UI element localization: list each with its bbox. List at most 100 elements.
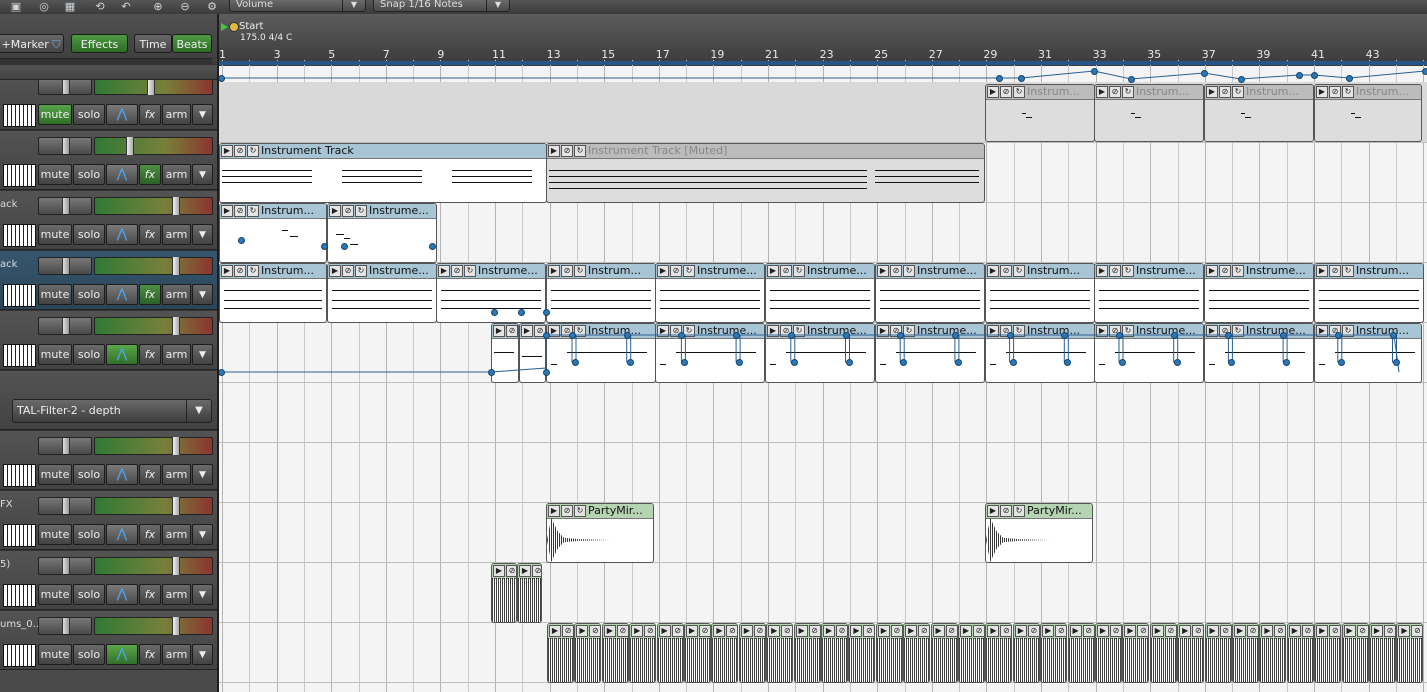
volume-knob[interactable]: [172, 497, 180, 515]
mute-clip-icon[interactable]: ⊘: [561, 505, 573, 517]
solo-button[interactable]: solo: [73, 644, 105, 665]
play-icon[interactable]: ▶: [221, 265, 233, 277]
audio-clip[interactable]: ▶⊘↻: [684, 623, 711, 683]
instrument-clip[interactable]: ▶ ⊘ ↻ Instrument Track [Muted]: [546, 143, 985, 203]
automation-point[interactable]: [626, 359, 634, 366]
instrument-clip[interactable]: ▶ ⊘ ↻ Instrum...: [1314, 263, 1424, 323]
fx-button[interactable]: fx: [139, 464, 161, 485]
piano-icon[interactable]: [3, 524, 36, 547]
mute-clip-icon[interactable]: ⊘: [1110, 625, 1121, 637]
loop-icon[interactable]: ↻: [793, 325, 805, 337]
mute-button[interactable]: mute: [38, 104, 72, 125]
instrument-clip[interactable]: ▶ ⊘ ↻ Instrum...: [1204, 84, 1314, 142]
audio-clip[interactable]: ▶⊘↻C..: [821, 623, 848, 683]
track-menu-chevron-icon[interactable]: ▼: [192, 344, 213, 365]
loop-icon[interactable]: ↻: [574, 265, 586, 277]
arm-button[interactable]: arm: [162, 464, 191, 485]
loop-icon[interactable]: ↻: [464, 265, 476, 277]
piano-icon[interactable]: [3, 464, 36, 487]
mute-clip-icon[interactable]: ⊘: [1082, 625, 1094, 637]
mute-clip-icon[interactable]: ⊘: [836, 625, 847, 637]
mute-clip-icon[interactable]: ⊘: [1247, 625, 1258, 637]
mute-clip-icon[interactable]: ⊘: [670, 265, 682, 277]
loop-icon[interactable]: ↻: [903, 265, 915, 277]
audio-clip[interactable]: ▶⊘↻: [903, 623, 931, 683]
loop-icon[interactable]: ↻: [1232, 325, 1244, 337]
loop-icon[interactable]: ↻: [1122, 325, 1134, 337]
audio-clip[interactable]: ▶⊘↻C..: [656, 623, 684, 683]
pan-knob[interactable]: [62, 138, 70, 154]
automation-point[interactable]: [954, 359, 962, 366]
volume-slider[interactable]: [94, 197, 213, 215]
arm-button[interactable]: arm: [162, 224, 191, 245]
mute-clip-icon[interactable]: ⊘: [1000, 505, 1012, 517]
timeline-ruler[interactable]: Start 175.0 4/4 C 1 3 5 7 9 11 13 15 17 19 21 23 25 2…: [219, 14, 1427, 67]
audio-clip[interactable]: ▶⊘↻: [1122, 623, 1150, 683]
volume-knob[interactable]: [172, 257, 180, 275]
loop-icon[interactable]: ↻: [1232, 86, 1244, 98]
audio-clip[interactable]: ▶⊘↻: [574, 623, 602, 683]
fx-button[interactable]: fx: [139, 284, 161, 305]
piano-icon[interactable]: [3, 344, 36, 367]
pan-knob[interactable]: [62, 258, 70, 274]
zoom-in-icon[interactable]: ⊕: [148, 0, 168, 13]
audio-clip[interactable]: ▶⊘↻: [793, 623, 821, 683]
automation-point[interactable]: [1337, 359, 1345, 366]
arm-button[interactable]: arm: [162, 524, 191, 545]
play-icon[interactable]: ▶: [987, 86, 999, 98]
automation-point[interactable]: [1091, 68, 1098, 75]
play-icon[interactable]: ▶: [1261, 625, 1274, 637]
mute-clip-icon[interactable]: ⊘: [973, 625, 984, 637]
volume-knob[interactable]: [172, 317, 180, 335]
play-icon[interactable]: ▶: [740, 625, 753, 637]
piano-icon[interactable]: [3, 584, 36, 607]
volume-knob[interactable]: [126, 137, 134, 155]
automation-point[interactable]: [1170, 332, 1178, 339]
volume-knob[interactable]: [172, 437, 180, 455]
play-icon[interactable]: ▶: [438, 265, 450, 277]
automation-point[interactable]: [219, 75, 225, 82]
play-icon[interactable]: ▶: [519, 565, 531, 577]
instrument-clip[interactable]: ▶ ⊘ ↻ Instrume...: [327, 203, 437, 263]
volume-slider[interactable]: [94, 257, 213, 275]
track-menu-chevron-icon[interactable]: ▼: [192, 104, 213, 125]
play-icon[interactable]: ▶: [521, 325, 533, 337]
loop-icon[interactable]: ↻: [1013, 505, 1025, 517]
audio-clip[interactable]: ▶⊘↻C..: [875, 623, 903, 683]
automation-point[interactable]: [1311, 72, 1318, 79]
automation-point[interactable]: [429, 243, 436, 250]
volume-slider[interactable]: [94, 617, 213, 635]
mute-clip-icon[interactable]: ⊘: [1329, 86, 1341, 98]
fx-button[interactable]: fx: [139, 164, 161, 185]
loop-icon[interactable]: ↻: [1013, 325, 1025, 337]
track-header[interactable]: mute solo ⋀ fx arm ▼: [0, 310, 217, 370]
audio-clip[interactable]: ▶⊘↻C..: [766, 623, 794, 683]
pan-knob[interactable]: [62, 498, 70, 514]
play-icon[interactable]: ▶: [548, 145, 560, 157]
pan-slider[interactable]: [38, 557, 92, 575]
loop-icon[interactable]: ↻: [574, 505, 586, 517]
play-icon[interactable]: ▶: [960, 625, 972, 637]
loop-icon[interactable]: ↻: [903, 325, 915, 337]
pan-knob[interactable]: [62, 618, 70, 634]
mute-clip-icon[interactable]: ⊘: [1219, 265, 1231, 277]
play-icon[interactable]: ▶: [1069, 625, 1082, 637]
piano-icon[interactable]: [3, 164, 36, 187]
automation-point[interactable]: [790, 359, 798, 366]
audio-clip[interactable]: ▶⊘↻: [738, 623, 766, 683]
audio-clip[interactable]: ▶ ⊘ ↻ PartyMir...: [546, 503, 654, 563]
zoom-out-icon[interactable]: ⊖: [175, 0, 195, 13]
loop-icon[interactable]: ↻: [793, 265, 805, 277]
track-menu-chevron-icon[interactable]: ▼: [192, 164, 213, 185]
audio-clip[interactable]: ▶⊘↻C..: [1149, 623, 1177, 683]
play-icon[interactable]: ▶: [1316, 86, 1328, 98]
instrument-clip[interactable]: ▶ ⊘ ↻ Instrum...: [985, 263, 1095, 323]
solo-button[interactable]: solo: [73, 224, 105, 245]
audio-clip[interactable]: ▶⊘↻C..: [985, 623, 1013, 683]
play-icon[interactable]: ▶: [1096, 325, 1108, 337]
fx-button[interactable]: fx: [139, 344, 161, 365]
play-icon[interactable]: ▶: [987, 505, 999, 517]
mute-clip-icon[interactable]: ⊘: [671, 625, 683, 637]
loop-icon[interactable]: ↻: [1342, 86, 1354, 98]
instrument-clip[interactable]: ▶ ⊘ ↻ Instrume...: [327, 263, 437, 323]
